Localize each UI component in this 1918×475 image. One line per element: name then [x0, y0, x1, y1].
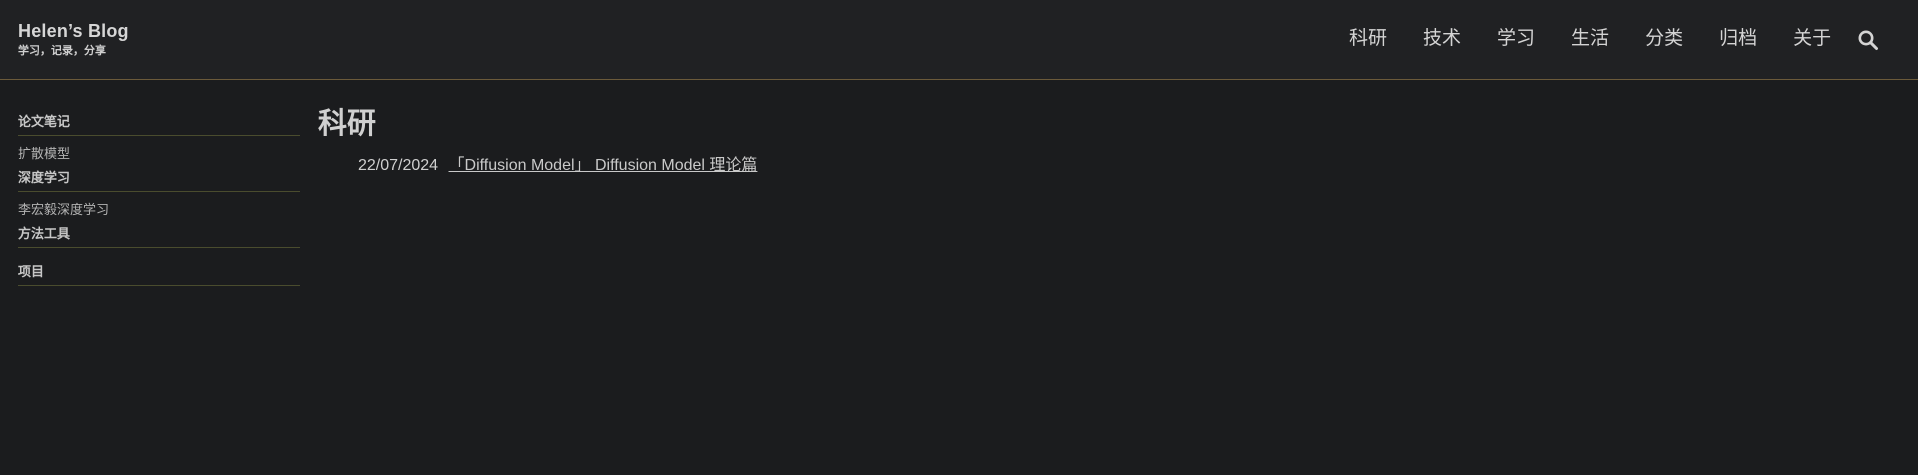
post-list-item: 22/07/2024 「Diffusion Model」 Diffusion M… [358, 156, 757, 176]
nav-item-archive[interactable]: 归档 [1719, 26, 1757, 52]
sidebar-category-methods-tools[interactable]: 方法工具 [18, 224, 300, 248]
site-header: Helen’s Blog 学习，记录，分享 科研 技术 学习 生活 分类 归档 … [0, 0, 1918, 80]
main-nav: 科研 技术 学习 生活 分类 归档 关于 [1349, 26, 1867, 52]
page-title: 科研 [318, 108, 377, 140]
nav-item-about[interactable]: 关于 [1793, 26, 1831, 52]
site-subtitle: 学习，记录，分享 [18, 45, 106, 57]
nav-item-research[interactable]: 科研 [1349, 26, 1387, 52]
post-link[interactable]: 「Diffusion Model」 Diffusion Model 理论篇 [449, 157, 758, 174]
search-icon[interactable] [1857, 29, 1879, 51]
post-date: 22/07/2024 [358, 157, 439, 174]
nav-item-study[interactable]: 学习 [1497, 26, 1535, 52]
sidebar-item-hung-yi-lee-dl[interactable]: 李宏毅深度学习 [18, 192, 300, 224]
sidebar: 论文笔记 扩散模型 深度学习 李宏毅深度学习 方法工具 项目 [18, 112, 300, 286]
nav-item-life[interactable]: 生活 [1571, 26, 1609, 52]
site-title[interactable]: Helen’s Blog [18, 20, 129, 42]
brand[interactable]: Helen’s Blog 学习，记录，分享 [18, 20, 129, 58]
nav-item-tech[interactable]: 技术 [1423, 26, 1461, 52]
main-content: 科研 22/07/2024 「Diffusion Model」 Diffusio… [318, 104, 757, 174]
sidebar-category-deep-learning[interactable]: 深度学习 [18, 168, 300, 192]
sidebar-category-projects[interactable]: 项目 [18, 262, 300, 286]
sidebar-category-paper-notes[interactable]: 论文笔记 [18, 112, 300, 136]
nav-item-categories[interactable]: 分类 [1645, 26, 1683, 52]
sidebar-item-diffusion-models[interactable]: 扩散模型 [18, 136, 300, 168]
